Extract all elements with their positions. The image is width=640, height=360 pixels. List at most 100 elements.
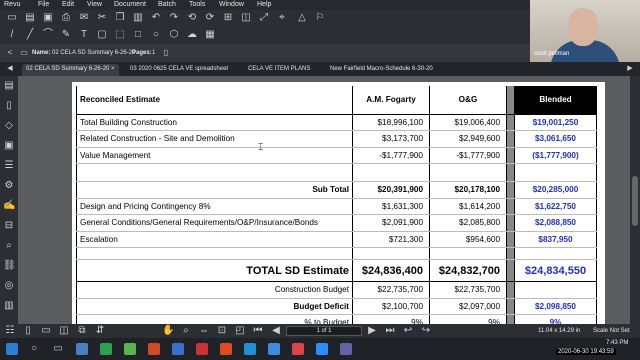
- actual-size-icon[interactable]: ◰: [234, 325, 246, 337]
- next-page-icon[interactable]: ▶: [366, 325, 378, 337]
- taskbar-chrome-icon[interactable]: [100, 343, 112, 355]
- column-gap: [506, 259, 515, 282]
- back-arrow-icon[interactable]: <: [4, 47, 16, 59]
- last-page-icon[interactable]: ⏭: [384, 325, 396, 337]
- zoom-icon[interactable]: ⌕: [180, 325, 192, 337]
- menu-file[interactable]: File: [38, 1, 49, 8]
- task-view-icon[interactable]: ▭: [52, 343, 64, 355]
- taskbar-bluebeam-icon[interactable]: [220, 343, 232, 355]
- layers-icon[interactable]: ◇: [3, 120, 15, 132]
- taskbar-explorer-icon[interactable]: [76, 343, 88, 355]
- email-icon[interactable]: ✉: [78, 12, 90, 24]
- callout-icon[interactable]: ⬚: [114, 29, 126, 41]
- menu-tools[interactable]: Tools: [189, 1, 205, 8]
- ellipse-icon[interactable]: ○: [150, 29, 162, 41]
- scale-status[interactable]: Scale Not Set: [593, 328, 630, 334]
- tab-new-fairfield-schedule[interactable]: New Fairfield Macro-Schedule 6-30-20: [326, 64, 437, 76]
- taskbar-zoom-icon[interactable]: [316, 343, 328, 355]
- windows-start-icon[interactable]: [6, 343, 18, 355]
- page-number-field[interactable]: 1 of 1: [286, 326, 362, 336]
- tab-cela-sd-summary[interactable]: 02 CELA SD Summary 6-26-20 ×: [22, 64, 119, 76]
- forward-icon[interactable]: ↪: [420, 325, 432, 337]
- print-icon[interactable]: ⎙: [60, 12, 72, 24]
- taskbar-pdf-icon[interactable]: [196, 343, 208, 355]
- pencil-icon[interactable]: ✎: [60, 29, 72, 41]
- tool-chest-icon[interactable]: ⚙: [3, 180, 15, 192]
- page-icon[interactable]: ▯: [160, 47, 172, 59]
- rotate-right-icon[interactable]: ⟳: [204, 12, 216, 24]
- markups-list-icon[interactable]: ▥: [3, 300, 15, 312]
- sync-icon[interactable]: ⇵: [94, 325, 106, 337]
- file-access-icon[interactable]: ▣: [3, 140, 15, 152]
- redo-icon[interactable]: ↷: [168, 12, 180, 24]
- highlight-icon[interactable]: ╱: [24, 29, 36, 41]
- lock-icon[interactable]: ⊞: [222, 12, 234, 24]
- taskbar-word-icon[interactable]: [172, 343, 184, 355]
- pan-hand-icon[interactable]: ✋: [162, 325, 174, 337]
- fit-page-icon[interactable]: ⊡: [216, 325, 228, 337]
- menu-batch[interactable]: Batch: [158, 1, 176, 8]
- first-page-icon[interactable]: ⏮: [252, 325, 264, 337]
- taskbar-search-icon[interactable]: ○: [28, 343, 40, 355]
- stamp-icon[interactable]: ⚐: [314, 12, 326, 24]
- menu-edit[interactable]: Edit: [62, 1, 74, 8]
- taskbar-active-app-icon[interactable]: [244, 343, 256, 355]
- save-icon[interactable]: ▣: [42, 12, 54, 24]
- undo-icon[interactable]: ↶: [150, 12, 162, 24]
- rectangle-icon[interactable]: □: [132, 29, 144, 41]
- header-reconciled-estimate: Reconciled Estimate: [76, 86, 353, 115]
- measurements-icon[interactable]: ⊟: [3, 220, 15, 232]
- prev-page-icon[interactable]: ◀: [270, 325, 282, 337]
- tab-close-icon[interactable]: ×: [111, 66, 115, 72]
- signatures-icon[interactable]: ✍: [3, 200, 15, 212]
- split-view-icon[interactable]: ⧉: [76, 325, 88, 337]
- taskbar-media-icon[interactable]: [292, 343, 304, 355]
- polygon-icon[interactable]: ⬡: [168, 29, 180, 41]
- menu-help[interactable]: Help: [257, 1, 271, 8]
- new-doc-icon[interactable]: ▭: [6, 12, 18, 24]
- row-og-value: $2,085,800: [429, 214, 507, 232]
- taskbar-app-icon[interactable]: [124, 343, 136, 355]
- document-viewer[interactable]: Reconciled Estimate A.M. Fogarty O&G Ble…: [18, 76, 630, 324]
- properties-icon[interactable]: ☰: [3, 160, 15, 172]
- single-page-icon[interactable]: ▯: [22, 325, 34, 337]
- menu-view[interactable]: View: [87, 1, 102, 8]
- menu-document[interactable]: Document: [114, 1, 146, 8]
- taskbar-edge-icon[interactable]: [268, 343, 280, 355]
- note-icon[interactable]: ▢: [96, 29, 108, 41]
- scroll-tabs-left-icon[interactable]: ◀: [4, 63, 16, 75]
- menu-window[interactable]: Window: [219, 1, 244, 8]
- menu-revu[interactable]: Revu: [4, 1, 20, 8]
- paste-icon[interactable]: ▥: [132, 12, 144, 24]
- scroll-tabs-right-icon[interactable]: ▶: [624, 63, 636, 75]
- taskbar-teams-icon[interactable]: [340, 343, 352, 355]
- text-icon[interactable]: T: [78, 29, 90, 41]
- back-icon[interactable]: ↩: [402, 325, 414, 337]
- thumbnails-icon[interactable]: ▤: [3, 80, 15, 92]
- tab-cela-ve-item-plans[interactable]: CELA VE ITEM PLANS: [244, 64, 314, 76]
- copy-icon[interactable]: ❐: [114, 12, 126, 24]
- fit-width-icon[interactable]: ⇔: [198, 325, 210, 337]
- taskbar-office-icon[interactable]: [148, 343, 160, 355]
- open-folder-icon[interactable]: ▤: [24, 12, 36, 24]
- bookmarks-icon[interactable]: ▯: [3, 100, 15, 112]
- pen-icon[interactable]: /: [6, 29, 18, 41]
- cloud-icon[interactable]: ☁: [186, 29, 198, 41]
- cut-icon[interactable]: ✂: [96, 12, 108, 24]
- search-icon[interactable]: ⌕: [3, 240, 15, 252]
- pan-icon[interactable]: ⌖: [276, 12, 288, 24]
- arc-icon[interactable]: ⌒: [42, 29, 54, 41]
- vertical-scrollbar[interactable]: [630, 76, 640, 324]
- scrollbar-thumb[interactable]: [632, 176, 638, 226]
- grid-icon[interactable]: ▦: [204, 29, 216, 41]
- triangle-icon[interactable]: △: [296, 12, 308, 24]
- grid-toggle-icon[interactable]: ☷: [4, 325, 16, 337]
- rotate-left-icon[interactable]: ⟲: [186, 12, 198, 24]
- snapshot-icon[interactable]: ◫: [240, 12, 252, 24]
- studio-icon[interactable]: ◎: [3, 280, 15, 292]
- side-by-side-icon[interactable]: ◫: [58, 325, 70, 337]
- links-icon[interactable]: ⛓: [3, 260, 16, 272]
- continuous-icon[interactable]: ▭: [40, 325, 52, 337]
- select-icon[interactable]: ⤢: [258, 12, 270, 24]
- tab-cela-ve-spreadsheet[interactable]: 03 2020 0625 CELA VE spreadsheet: [126, 64, 232, 76]
